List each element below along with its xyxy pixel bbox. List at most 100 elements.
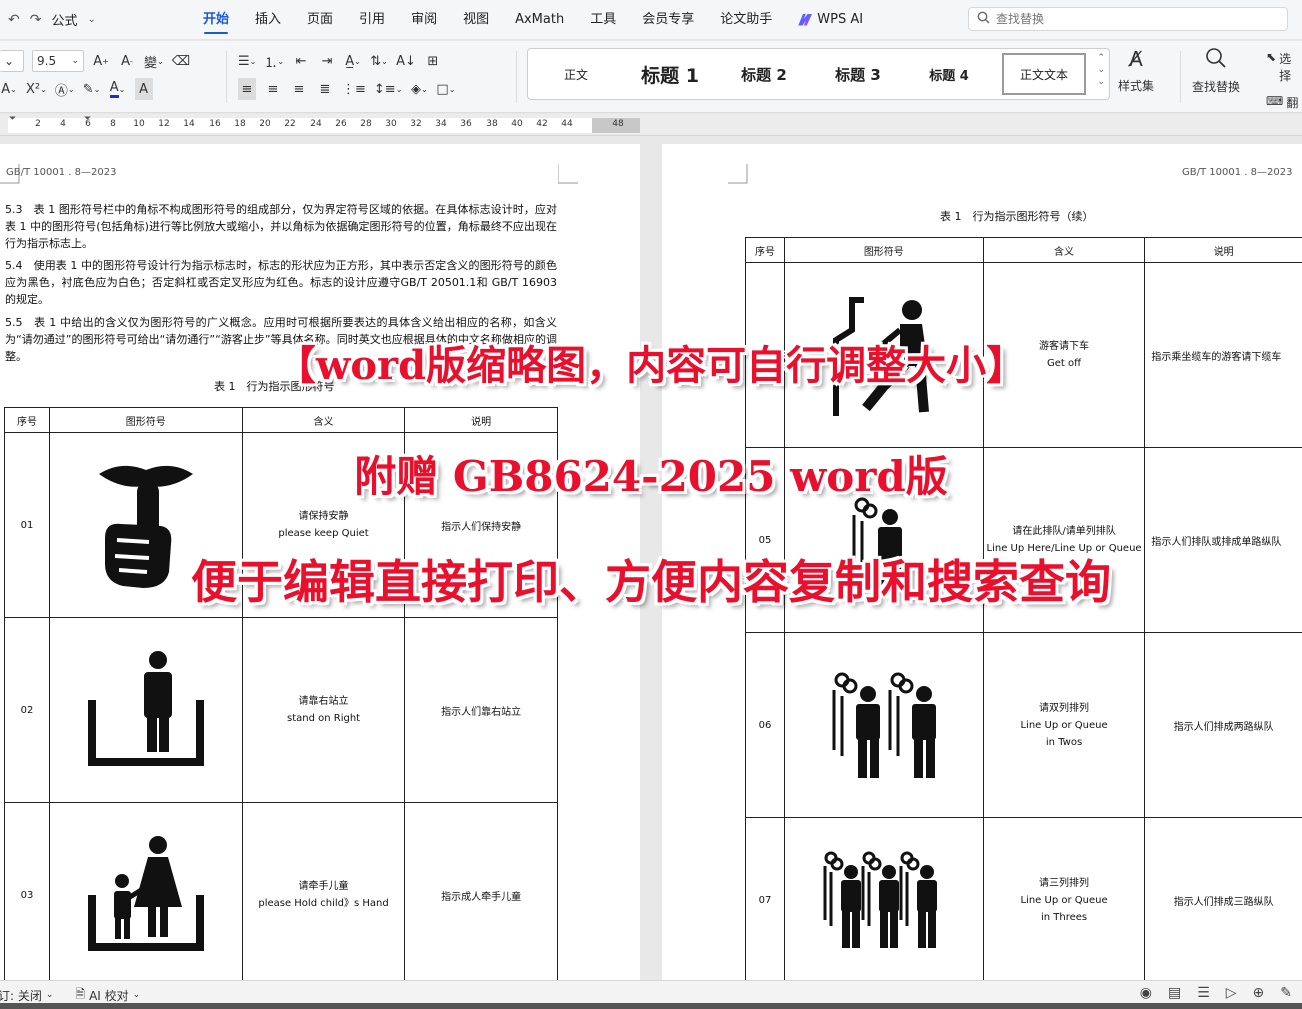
table-header-symbol: 图形符号	[48, 407, 243, 433]
style-gallery-scroll[interactable]: ⌃ ⌄ ⌄	[1097, 53, 1105, 87]
style-heading-3[interactable]: 标题 3	[812, 53, 904, 95]
undo-icon[interactable]: ↶	[8, 12, 20, 28]
table-header-meaning: 含义	[982, 237, 1146, 263]
font-color-icon[interactable]: A ⌄	[109, 78, 127, 100]
find-replace-button[interactable]: 查找替换	[1192, 47, 1240, 95]
indent-marker-icon[interactable]: ⏷	[9, 114, 16, 124]
table-header-meaning: 含义	[241, 407, 406, 433]
tab-axmath[interactable]: AxMath	[502, 0, 577, 40]
style-heading-2[interactable]: 标题 2	[716, 53, 812, 95]
ruler-tick-label: 24	[310, 119, 322, 129]
show-marks-icon[interactable]: ⊞	[424, 50, 442, 72]
revision-status[interactable]: 修订: 关闭 ⌄	[0, 987, 53, 1004]
meaning-cell: 请靠右站立 stand on Right	[241, 617, 406, 803]
tab-member[interactable]: 会员专享	[629, 0, 707, 40]
text-effect-icon[interactable]: Ⓐ ⌄	[55, 78, 75, 100]
ruler-tick-label: 16	[209, 119, 221, 129]
search-box[interactable]	[968, 7, 1288, 31]
style-set-button[interactable]: A̸ 样式集	[1118, 47, 1154, 94]
clear-format-icon[interactable]: ⌫	[172, 50, 190, 72]
font-size-value: 9.5	[37, 54, 57, 68]
redo-icon[interactable]: ↷	[30, 12, 42, 28]
line-spacing-icon[interactable]: ↕≡ ⌄	[374, 78, 403, 100]
shrink-font-icon[interactable]: A-	[118, 50, 136, 72]
row-number: 02	[4, 617, 50, 803]
ribbon-toolbar: ⌄ 9.5 ⌄ A + A- 變 ⌄ ⌫ A ⌄ X² ⌄ Ⓐ ⌄ ✎ ⌄ A ⌄ A ☰ ⌄ ⒈…	[0, 41, 1302, 127]
web-layout-icon[interactable]: ⊕	[1253, 985, 1265, 1001]
table-caption: 表 1 行为指示图形符号（续）	[940, 210, 1094, 223]
style-gallery: 正文 标题 1 标题 2 标题 3 标题 4 正文文本 ⌃ ⌄ ⌄	[527, 48, 1110, 100]
distributed-icon[interactable]: ⋮≡	[342, 78, 366, 100]
horizontal-ruler[interactable]: ⏷ ⏷ 2 4 6 8 10 12 14 16 18 20 22 24 26 28 30 32 34 36 38 40…	[0, 114, 1302, 136]
font-size-dropdown[interactable]: 9.5 ⌄	[32, 50, 84, 72]
tab-paper-assistant[interactable]: 论文助手	[707, 0, 785, 40]
ruler-tick-label: 6	[85, 119, 91, 129]
align-left-icon[interactable]: ≡	[238, 78, 256, 100]
select-button[interactable]: ⬉ 选择	[1266, 50, 1302, 84]
align-right-icon[interactable]: ≡	[290, 78, 308, 100]
font-effect-icon[interactable]: A ⌄	[0, 78, 18, 100]
description-cell: 指示成人牵手儿童	[404, 802, 558, 980]
ruler-tick-label: 48	[612, 119, 624, 129]
tab-home[interactable]: 开始	[190, 0, 242, 40]
search-input[interactable]	[996, 12, 1276, 26]
tab-view[interactable]: 视图	[450, 0, 502, 40]
style-heading-4[interactable]: 标题 4	[904, 53, 994, 95]
style-heading-1[interactable]: 标题 1	[624, 53, 716, 95]
play-icon[interactable]: ▷	[1226, 985, 1237, 1001]
tab-tools[interactable]: 工具	[577, 0, 629, 40]
align-center-icon[interactable]: ≡	[264, 78, 282, 100]
tab-references[interactable]: 引用	[346, 0, 398, 40]
crop-mark	[558, 164, 578, 184]
shading-icon[interactable]: ◈ ⌄	[410, 78, 428, 100]
table-header-no: 序号	[4, 407, 50, 433]
style-body-text[interactable]: 正文文本	[1002, 53, 1087, 95]
tab-page[interactable]: 页面	[294, 0, 346, 40]
expand-icon[interactable]: ⌄	[1097, 77, 1105, 87]
formula-button[interactable]: 公式	[51, 10, 77, 29]
tab-review[interactable]: 审阅	[398, 0, 450, 40]
meaning-en-2: in Twos	[1045, 736, 1083, 748]
table-row: 07 请三列排列 Line Up or Queue in Threes 指示人们…	[745, 817, 1302, 980]
meaning-en-2: in Threes	[1040, 911, 1088, 923]
description-cell: 指示人们排成两路纵队	[1144, 632, 1302, 818]
sort-icon[interactable]: ⇅ ⌄	[370, 50, 388, 72]
numbering-icon[interactable]: ⒈ ⌄	[264, 50, 284, 72]
outline-view-icon[interactable]: ☰	[1197, 985, 1210, 1001]
quick-access-toolbar: ↶ ↷ 公式 ⌄	[0, 10, 190, 30]
ruler-tick-label: 12	[158, 119, 170, 129]
search-icon	[977, 11, 990, 27]
grow-font-icon[interactable]: A +	[92, 50, 110, 72]
ruler-tick-label: 30	[385, 119, 397, 129]
highlight-icon[interactable]: ✎ ⌄	[83, 78, 101, 100]
eye-icon[interactable]: ◉	[1140, 985, 1152, 1001]
chevron-down-icon[interactable]: ⌄	[87, 14, 95, 25]
chevron-down-icon[interactable]: ⌄	[1097, 65, 1105, 75]
style-normal[interactable]: 正文	[528, 53, 624, 95]
char-shading-icon[interactable]: A	[134, 78, 153, 100]
justify-icon[interactable]: ≣	[316, 78, 334, 100]
borders-icon[interactable]: □ ⌄	[436, 78, 455, 100]
cursor-icon: ⬉	[1266, 50, 1277, 64]
pen-icon[interactable]: ✎	[1280, 985, 1292, 1001]
ruler-tick-label: 4	[60, 119, 66, 129]
superscript-icon[interactable]: X² ⌄	[26, 78, 47, 100]
phonetic-guide-icon[interactable]: 變 ⌄	[144, 50, 164, 72]
increase-indent-icon[interactable]: ⇥	[318, 50, 336, 72]
wps-ai-button[interactable]: WPS AI	[785, 0, 876, 40]
tab-insert[interactable]: 插入	[242, 0, 294, 40]
symbol-cell	[48, 617, 243, 803]
decrease-indent-icon[interactable]: ⇤	[292, 50, 310, 72]
az-sort-icon[interactable]: A↓	[396, 50, 416, 72]
hold-child-hand-icon	[87, 836, 204, 951]
print-layout-icon[interactable]: ▤	[1168, 985, 1181, 1001]
meaning-cn: 请双列排列	[1039, 702, 1090, 714]
bullets-icon[interactable]: ☰ ⌄	[238, 50, 256, 72]
symbol-cell	[48, 802, 243, 980]
meaning-en: Line Up or Queue	[1020, 894, 1108, 906]
meaning-en: stand on Right	[286, 713, 361, 724]
horizontal-scrollbar[interactable]	[0, 1003, 1302, 1009]
chevron-up-icon[interactable]: ⌃	[1097, 53, 1105, 63]
font-name-dropdown[interactable]: ⌄	[0, 50, 24, 72]
text-direction-icon[interactable]: A̲ ⌄	[344, 50, 362, 72]
